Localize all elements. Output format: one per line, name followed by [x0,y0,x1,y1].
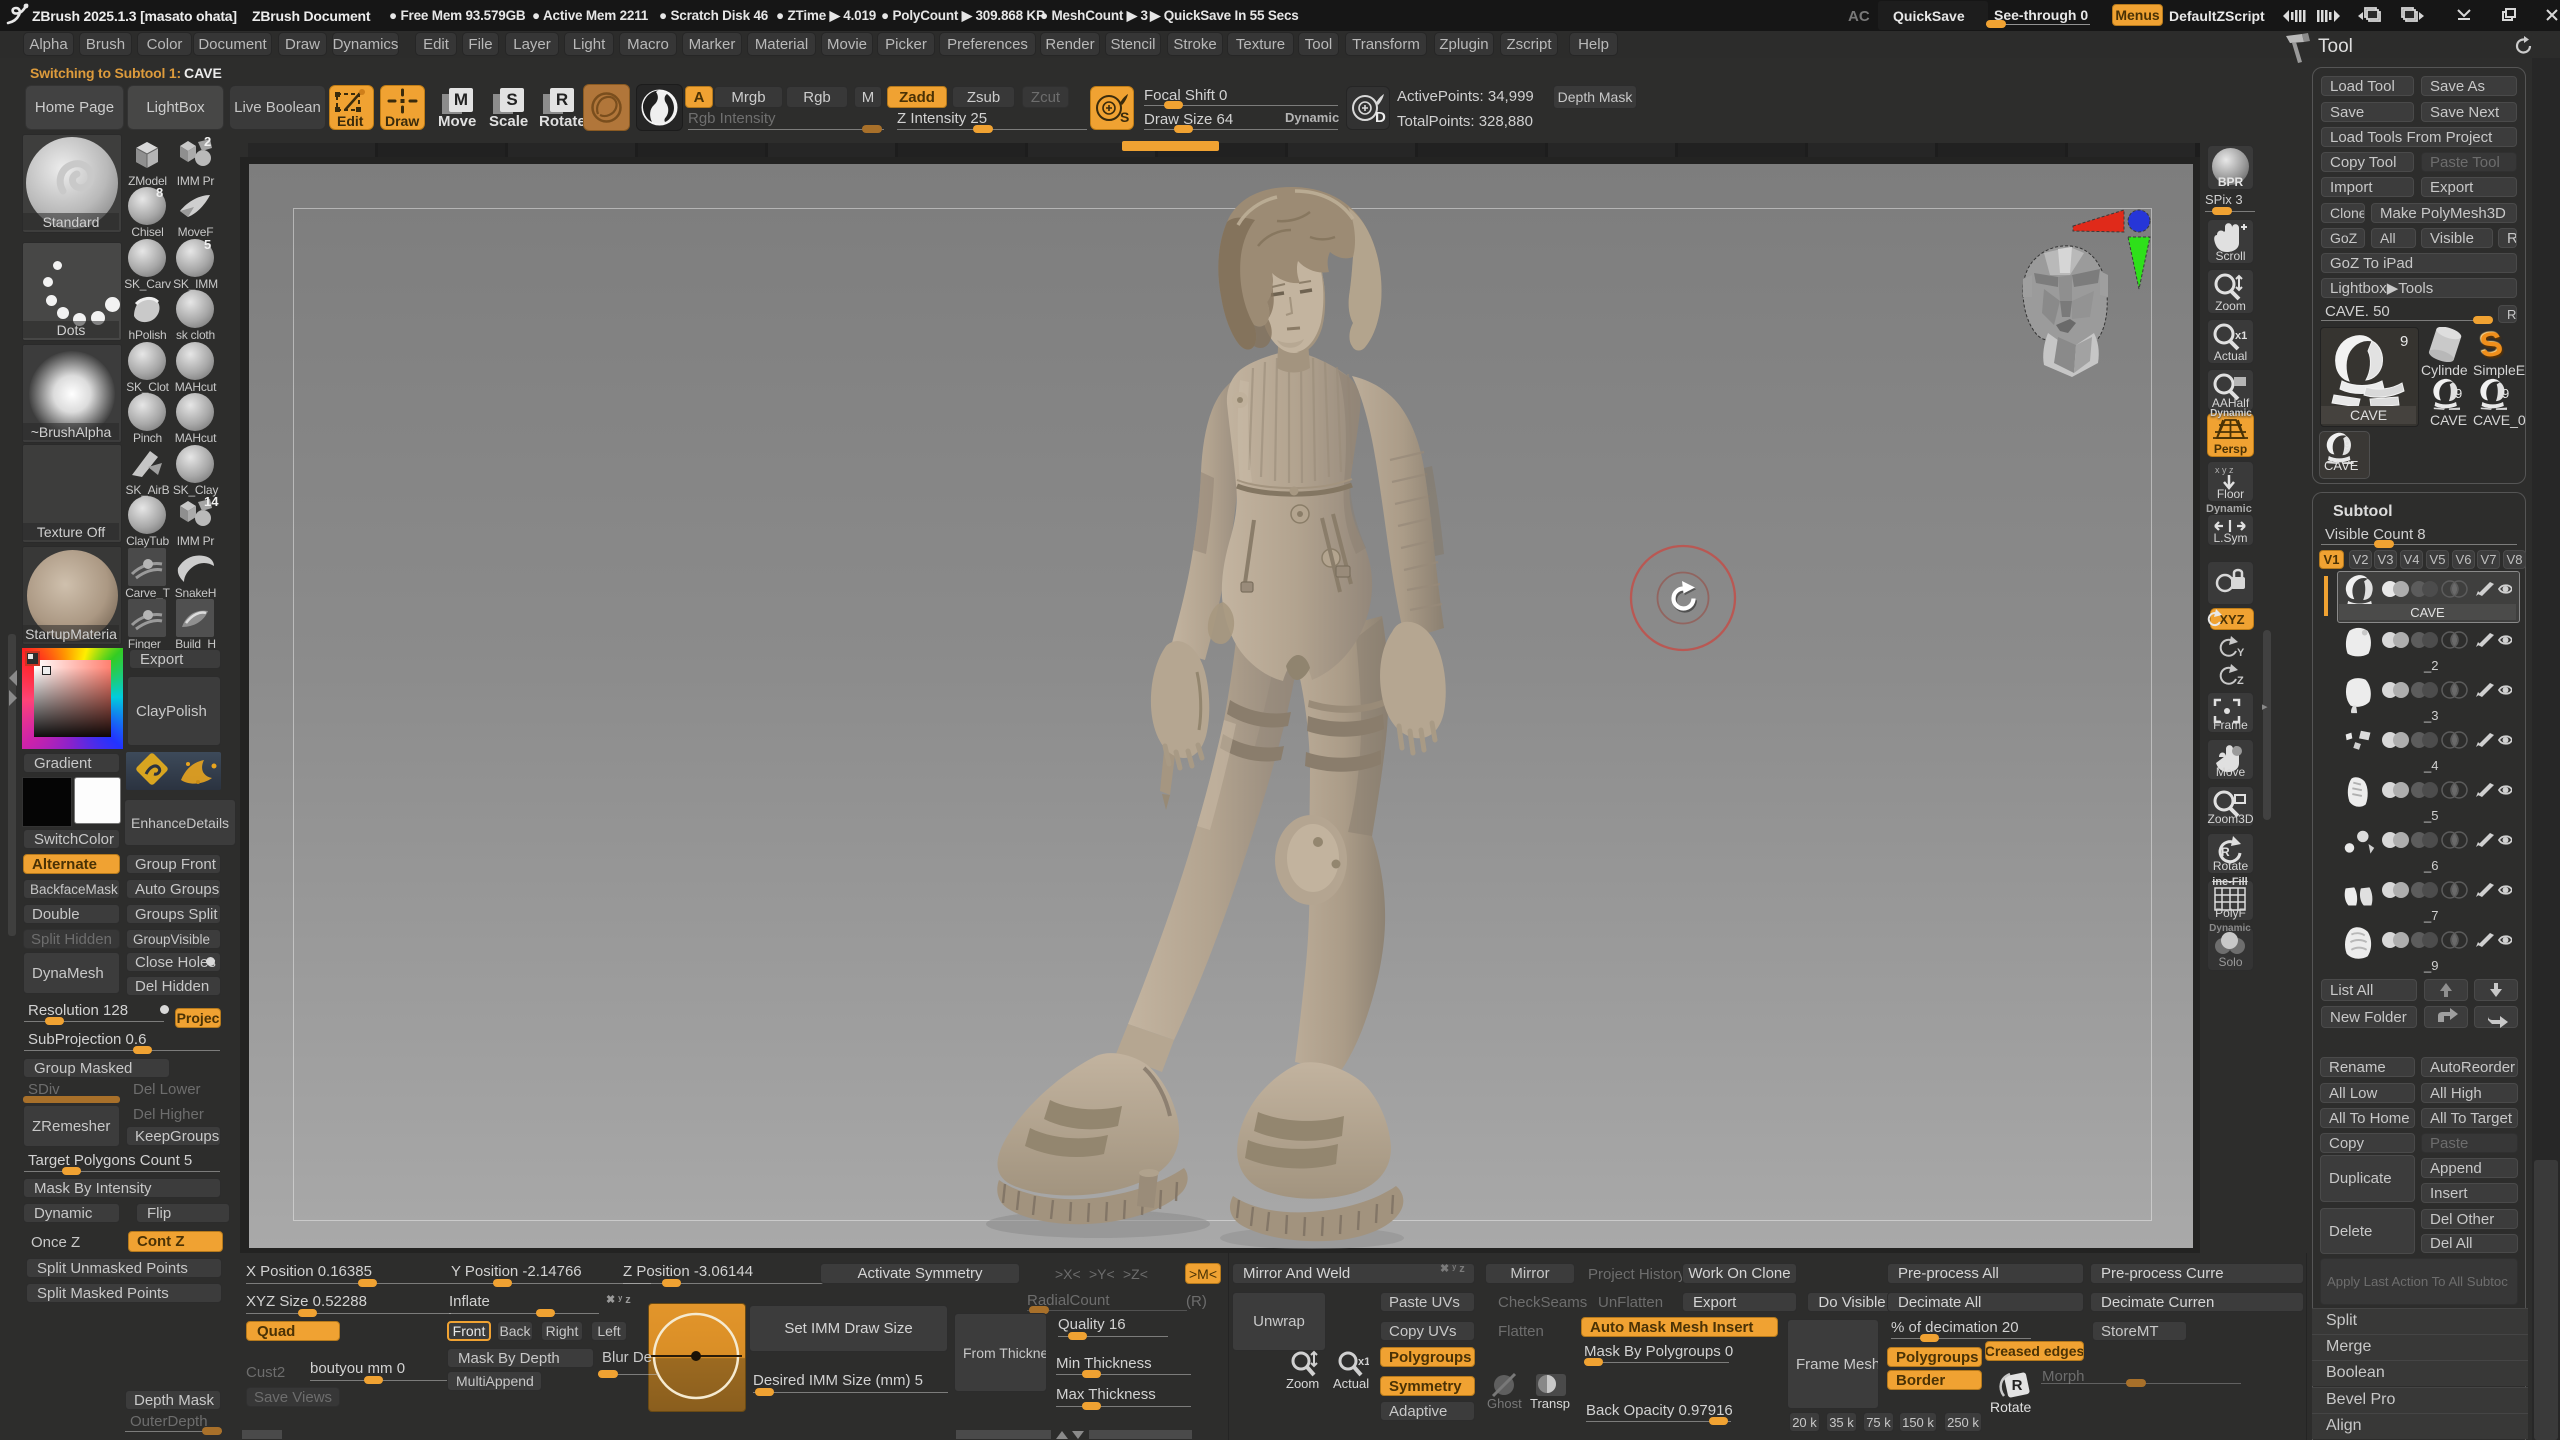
svg-text:x1: x1 [2235,330,2247,342]
svg-text:x1: x1 [1358,1356,1369,1368]
svg-text:R: R [2221,845,2230,859]
svg-text:S: S [1120,109,1129,125]
svg-text:D: D [1375,109,1386,126]
svg-text:Z: Z [2237,675,2244,687]
svg-text:Y: Y [2237,647,2245,659]
svg-text:x y z: x y z [2215,465,2234,475]
